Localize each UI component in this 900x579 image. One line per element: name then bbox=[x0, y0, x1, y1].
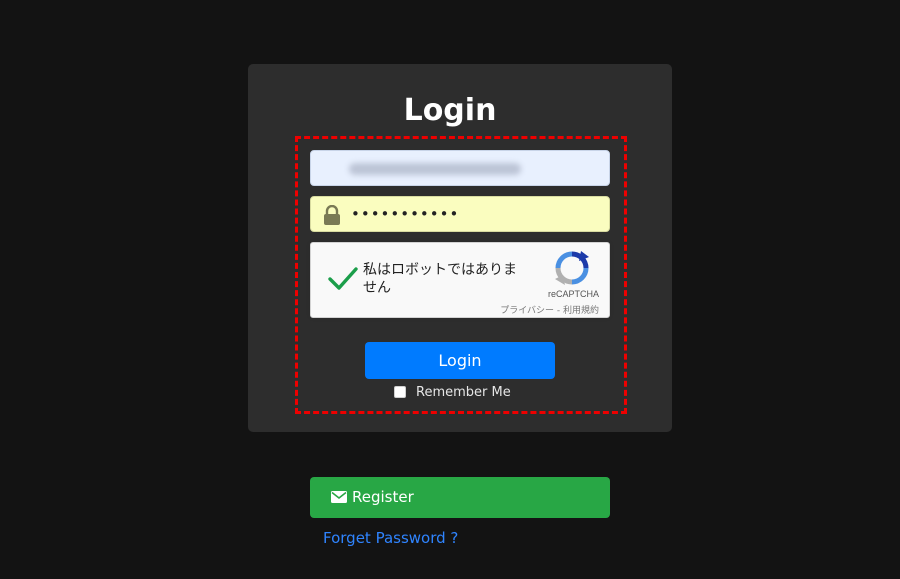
redacted-email-value bbox=[349, 163, 521, 175]
register-button[interactable]: Register bbox=[310, 477, 610, 518]
forgot-password-link[interactable]: Forget Password ? bbox=[323, 528, 458, 548]
envelope-icon bbox=[331, 491, 347, 503]
recaptcha-logo-icon bbox=[555, 251, 589, 285]
register-label: Register bbox=[352, 488, 414, 506]
page-title: Login bbox=[403, 93, 497, 128]
remember-me-row: Remember Me bbox=[394, 383, 511, 401]
recaptcha-widget: 私はロボットではありません reCAPTCHA プライバシー - 利用規約 bbox=[310, 242, 610, 318]
login-button[interactable]: Login bbox=[365, 342, 555, 379]
password-field[interactable]: ••••••••••• bbox=[310, 196, 610, 232]
login-page: Login ••••••••••• 私はロボットではありません reCAPTCH… bbox=[0, 0, 900, 579]
recaptcha-terms-links[interactable]: プライバシー - 利用規約 bbox=[500, 303, 599, 316]
lock-icon bbox=[324, 205, 340, 225]
checkmark-icon[interactable] bbox=[327, 265, 359, 293]
remember-me-checkbox[interactable] bbox=[394, 386, 406, 398]
recaptcha-label: 私はロボットではありません bbox=[363, 262, 517, 296]
password-value: ••••••••••• bbox=[351, 205, 460, 223]
recaptcha-brand: reCAPTCHA bbox=[547, 289, 599, 299]
email-field[interactable] bbox=[310, 150, 610, 186]
remember-me-label: Remember Me bbox=[416, 384, 511, 400]
